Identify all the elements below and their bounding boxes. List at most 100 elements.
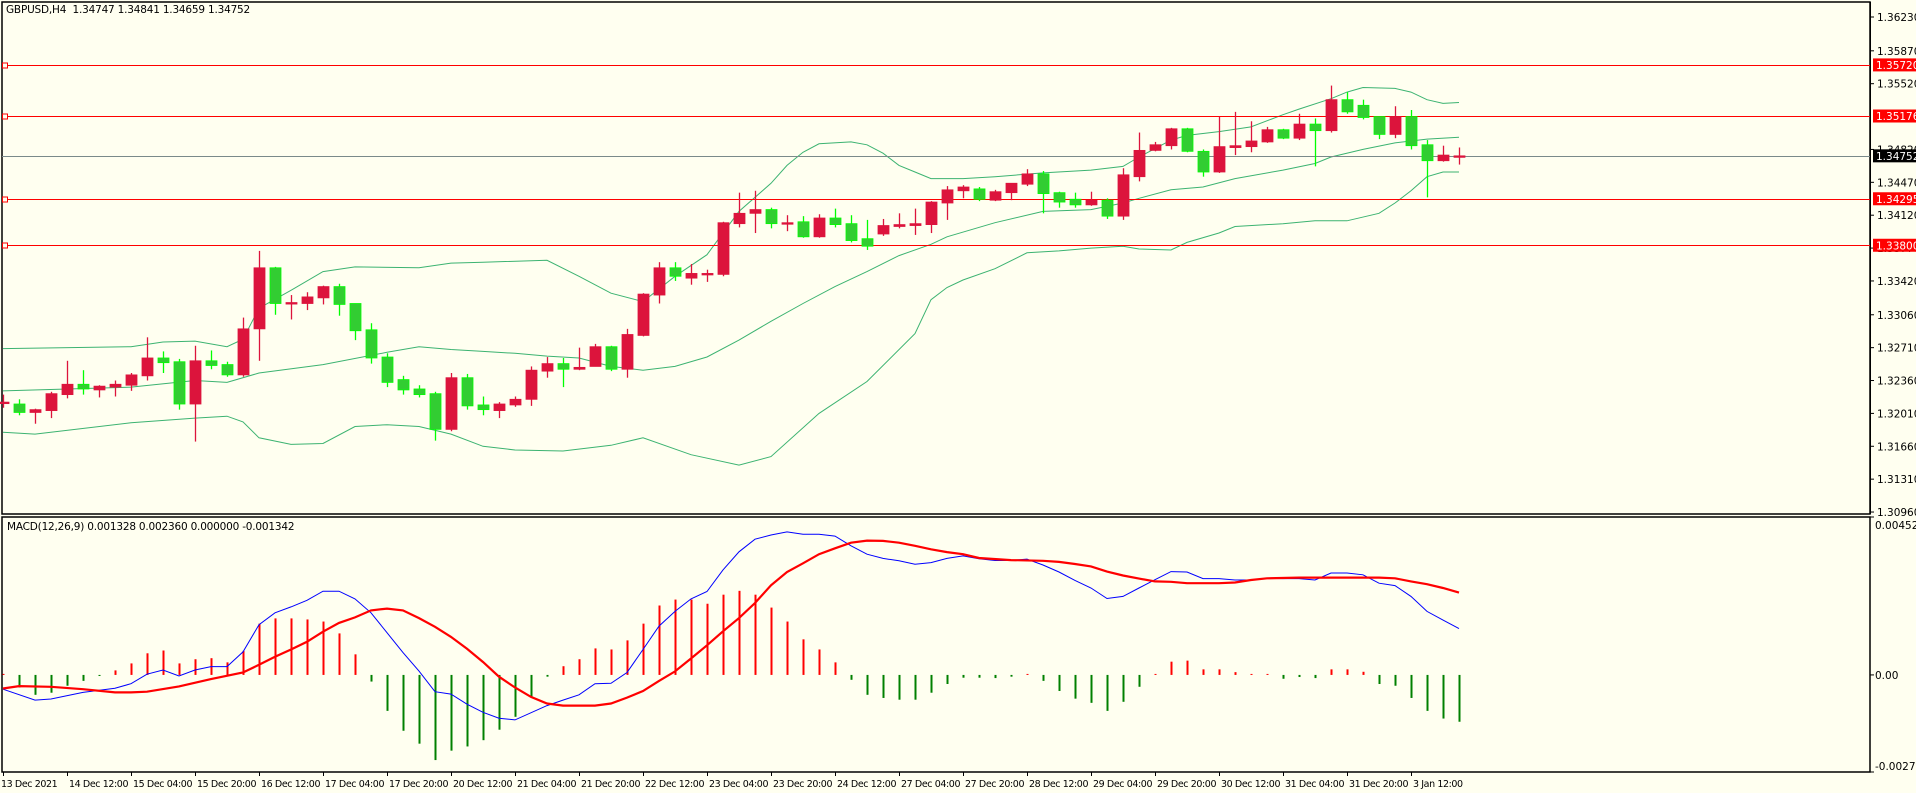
candle-body [1309,123,1322,132]
candle-body [1389,116,1402,135]
candle-body [1021,173,1034,185]
ohlc-values: 1.34747 1.34841 1.34659 1.34752 [72,4,251,16]
bear-candle [765,207,778,229]
candle-body [685,273,698,279]
candle-body [381,356,394,383]
time-tick-label: 23 Dec 04:00 [709,779,768,790]
time-tick-label: 27 Dec 20:00 [965,779,1024,790]
candle-body [13,403,26,413]
bear-candle [1405,109,1418,150]
bull-candle [1245,121,1258,153]
candle-body [109,383,122,388]
price-tick-label: 1.34470 [1877,177,1916,189]
price-tick-label: 1.33420 [1877,276,1916,288]
candle-body [1229,145,1242,148]
candle-body [733,212,746,225]
bear-candle [605,345,618,372]
time-tick-label: 30 Dec 12:00 [1221,779,1280,790]
bear-candle [477,396,490,416]
bear-candle [365,323,378,364]
candle-body [1053,192,1066,203]
bull-candle [717,221,730,277]
candle-body [589,346,602,367]
candle-body [1117,174,1130,217]
price-tick-label: 1.31660 [1877,441,1916,453]
price-panel-border [1,1,1871,515]
bollinger-bands [2,86,1460,466]
level-anchor-handle[interactable] [2,242,8,249]
candle-body [989,191,1002,201]
candle-body [749,209,762,214]
bull-candle [621,328,634,378]
bear-candle [413,385,426,398]
candle-body [893,224,906,227]
price-tick-label: 1.35870 [1877,46,1916,58]
candle-body [269,267,282,304]
candle-body [493,403,506,411]
bear-candle [557,357,570,388]
macd-tick-label: -0.002782 [1875,761,1916,773]
candle-body [0,401,10,405]
candle-body [141,357,154,377]
candle-body [157,357,170,364]
candle-body [1325,99,1338,132]
bear-candle [461,373,474,410]
candle-body [45,393,58,411]
bull-candle [1293,113,1306,141]
bear-candle [1341,92,1354,114]
bull-candle [893,213,906,229]
candle-body [125,374,138,386]
candle-body [1197,150,1210,173]
candle-body [813,217,826,238]
candle-body [317,286,330,299]
bear-candle [1373,116,1386,140]
price-axis[interactable]: 1.362301.358701.355201.348201.344701.341… [1870,2,1916,519]
time-axis[interactable]: 13 Dec 2021 14 Dec 12:00 15 Dec 04:00 15 De… [1,772,1463,790]
bear-candle [173,358,186,410]
candle-body [365,329,378,359]
price-tick-label: 1.30960 [1877,507,1916,519]
time-tick-label: 17 Dec 20:00 [389,779,448,790]
candle-body [845,223,858,241]
bear-candle [845,215,858,243]
time-tick-label: 22 Dec 12:00 [645,779,704,790]
level-anchor-handle[interactable] [2,196,8,203]
candle-body [781,222,794,225]
bull-candle [925,201,938,234]
bear-candle [157,351,170,374]
time-tick-label: 29 Dec 04:00 [1093,779,1152,790]
candle-body [1341,99,1354,113]
candle-body [1293,123,1306,139]
candle-body [669,267,682,277]
chart-window[interactable]: 1.362301.358701.355201.348201.344701.341… [0,0,1916,793]
bull-candle [285,295,298,320]
candle-body [829,217,842,225]
time-tick-label: 16 Dec 12:00 [261,779,320,790]
symbol-timeframe: GBPUSD,H4 [6,4,67,16]
time-tick-label: 21 Dec 20:00 [581,779,640,790]
bull-candle [1453,147,1466,165]
macd-signal-line [2,539,1460,707]
time-tick-label: 21 Dec 04:00 [517,779,576,790]
bull-candle [653,262,666,304]
candle-body [1069,198,1082,206]
bull-candle [1437,145,1450,162]
bull-candle [1389,106,1402,139]
macd-name: MACD(12,26,9) [7,521,85,533]
bull-candle [93,385,106,398]
macd-axis[interactable]: 0.004526 0.00 -0.002782 [1870,516,1916,773]
bear-candle [1101,198,1114,219]
bollinger-upper-line [2,86,1460,350]
bull-candle [109,380,122,397]
level-anchor-handle[interactable] [2,62,8,69]
bear-candle [797,216,810,238]
bull-candle [989,189,1002,202]
level-anchor-handle[interactable] [2,113,8,120]
candle-body [301,296,314,304]
candle-body [1245,140,1258,148]
bollinger-middle-line [2,136,1460,392]
bull-candle [1005,182,1018,201]
candle-body [861,238,874,247]
bear-candle [1357,99,1370,120]
bear-candle [349,303,362,341]
